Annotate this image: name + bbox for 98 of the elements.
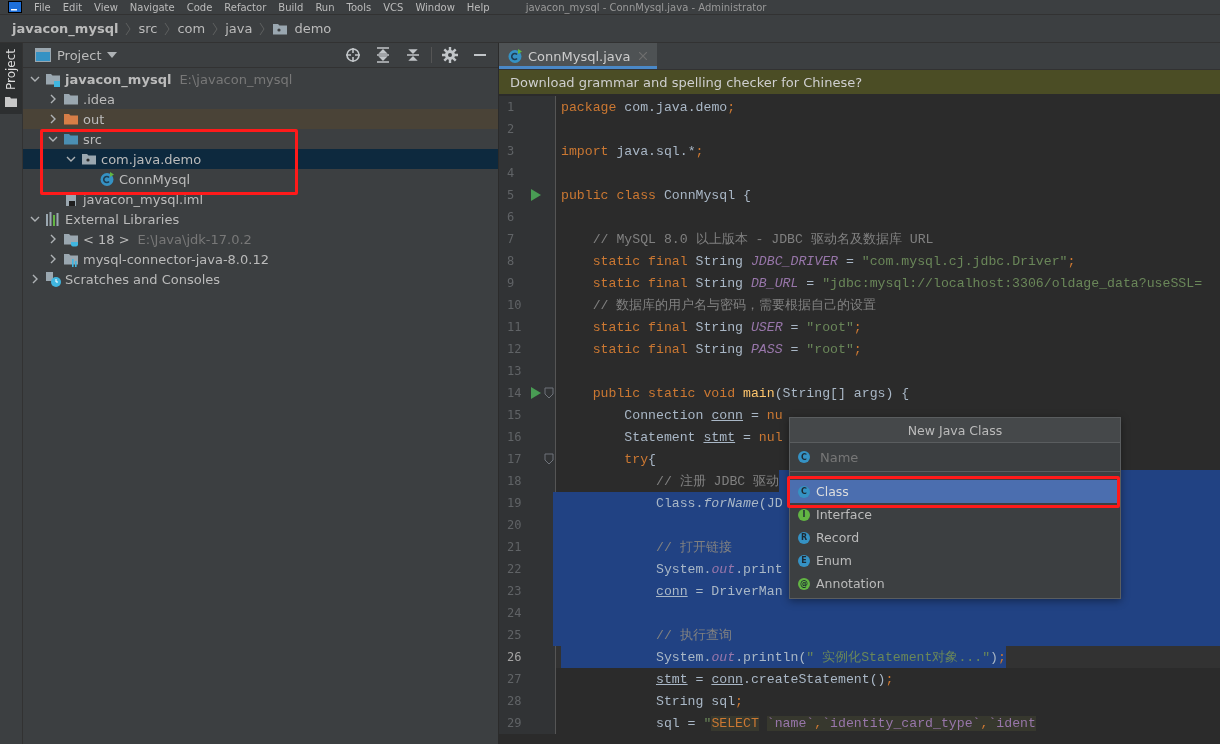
- breadcrumb-item[interactable]: java: [225, 21, 253, 36]
- code-line: static final String PASS = "root";: [591, 340, 862, 359]
- kind-badge-icon: R: [798, 531, 810, 544]
- tree-item[interactable]: javacon_mysql E:\javacon_mysql: [23, 69, 498, 89]
- code-line: conn = DriverMan: [654, 582, 783, 601]
- chevron-icon: [124, 20, 133, 37]
- menu-item[interactable]: VCS: [383, 1, 404, 13]
- library-icon: [45, 211, 61, 227]
- window-title: javacon_mysql - ConnMysql.java - Administrator: [525, 1, 767, 13]
- tree-item[interactable]: javacon_mysql.iml: [23, 189, 498, 209]
- run-icon[interactable]: [531, 189, 541, 201]
- menu-item[interactable]: @ Annotation: [790, 572, 1120, 595]
- folder-icon: [45, 71, 61, 87]
- code-line: sql = "SELECT `name`,`identity_card_type`,`ident: [654, 714, 1036, 733]
- name-field[interactable]: Name: [818, 448, 1120, 466]
- code-line: // 注册 JDBC 驱动: [654, 473, 780, 491]
- class-icon: [99, 171, 115, 187]
- notification-bar: Download grammar and spelling checker for Chinese?: [499, 70, 1220, 94]
- code-line: // 打开链接: [654, 539, 732, 557]
- expand-all-icon[interactable]: [375, 47, 391, 63]
- library-icon: [63, 251, 79, 267]
- menu-item[interactable]: Run: [315, 1, 335, 13]
- folder-icon: [63, 231, 79, 247]
- menu-item[interactable]: Code: [186, 1, 213, 13]
- panel-icon: [35, 48, 51, 62]
- scratches-icon: [45, 271, 61, 287]
- code-line: static final String USER = "root";: [591, 318, 862, 337]
- breadcrumb-item[interactable]: javacon_mysql: [12, 21, 119, 36]
- code-line: static final String JDBC_DRIVER = "com.mysql.cj.jdbc.Driver";: [591, 252, 1076, 271]
- code-line: System.out.print: [654, 560, 783, 579]
- tree-item[interactable]: .idea: [23, 89, 498, 109]
- collapse-all-icon[interactable]: [405, 47, 421, 63]
- code-line: public static void main(String[] args) {: [591, 384, 910, 403]
- folder-icon: [63, 111, 79, 127]
- fold-icon[interactable]: [544, 387, 554, 399]
- close-icon: [639, 52, 648, 60]
- folder-icon: [63, 131, 79, 147]
- code-line: // MySQL 8.0 以上版本 - JDBC 驱动名及数据库 URL: [591, 231, 934, 249]
- code-line: import java.sql.*;: [561, 142, 704, 161]
- tree-item[interactable]: Scratches and Consoles: [23, 269, 498, 289]
- class-badge-icon: C: [798, 451, 810, 463]
- code-line: Connection conn = nu: [623, 406, 783, 425]
- menu-item[interactable]: C Class: [790, 480, 1120, 503]
- menu-item[interactable]: Help: [466, 1, 490, 13]
- class-icon: [507, 48, 523, 64]
- tree-item[interactable]: src: [23, 129, 498, 149]
- menu-item[interactable]: E Enum: [790, 549, 1120, 572]
- folder-icon: [63, 91, 79, 107]
- breadcrumb-item[interactable]: src: [138, 21, 158, 36]
- code-line: stmt = conn.createStatement();: [654, 670, 894, 689]
- code-line: static final String DB_URL = "jdbc:mysql://localhost:3306/oldage_data?useSSL=: [591, 274, 1203, 293]
- menu-item[interactable]: Edit: [62, 1, 83, 13]
- chevron-icon: [211, 20, 220, 37]
- code-line: String sql;: [654, 692, 744, 711]
- menu-item[interactable]: View: [94, 1, 118, 13]
- tree-item[interactable]: out: [23, 109, 498, 129]
- menu-item[interactable]: I Interface: [790, 503, 1120, 526]
- menu-item[interactable]: Navigate: [129, 1, 175, 13]
- menu-item[interactable]: R Record: [790, 526, 1120, 549]
- tree-item[interactable]: External Libraries: [23, 209, 498, 229]
- package-icon: [81, 151, 97, 167]
- menu-item[interactable]: Tools: [346, 1, 372, 13]
- tree-item[interactable]: ConnMysql: [23, 169, 498, 189]
- line-number: 26: [506, 650, 523, 664]
- panel-title[interactable]: Project: [57, 47, 102, 63]
- code-line: // 执行查询: [654, 627, 732, 645]
- tree-item[interactable]: < 18 > E:\Java\jdk-17.0.2: [23, 229, 498, 249]
- menu-item[interactable]: Refactor: [224, 1, 267, 13]
- app-logo-icon: [8, 1, 22, 13]
- locate-icon[interactable]: [345, 47, 361, 63]
- tree-item[interactable]: mysql-connector-java-8.0.12: [23, 249, 498, 269]
- dropdown-caret-icon: [107, 52, 118, 58]
- settings-icon[interactable]: [442, 47, 458, 63]
- kind-badge-icon: I: [798, 508, 810, 521]
- kind-badge-icon: C: [798, 485, 810, 498]
- breadcrumb-item[interactable]: demo: [294, 21, 332, 36]
- code-line: Class.forName(JD: [654, 494, 783, 513]
- tree-item[interactable]: com.java.demo: [23, 149, 498, 169]
- menu-item[interactable]: Build: [278, 1, 304, 13]
- fold-icon[interactable]: [544, 453, 554, 465]
- popup-title: New Java Class: [790, 418, 1120, 443]
- code-line: package com.java.demo;: [561, 98, 736, 117]
- kind-badge-icon: E: [798, 554, 810, 567]
- code-line: // 数据库的用户名与密码，需要根据自己的设置: [591, 297, 877, 315]
- tool-window-tab[interactable]: Project: [0, 43, 22, 115]
- code-line: public class ConnMysql {: [561, 186, 751, 205]
- menu-item[interactable]: Window: [415, 1, 455, 13]
- chevron-icon: [163, 20, 172, 37]
- run-icon[interactable]: [531, 387, 541, 399]
- editor-tab[interactable]: ConnMysql.java: [499, 43, 658, 69]
- chevron-icon: [258, 20, 267, 37]
- tool-window-label: Project: [4, 49, 18, 91]
- folder-icon: [5, 96, 17, 109]
- code-line: Statement stmt = nul: [623, 428, 783, 447]
- kind-badge-icon: @: [798, 577, 810, 590]
- code-line: try{: [623, 450, 656, 469]
- menu-item[interactable]: File: [34, 1, 51, 13]
- breadcrumb-item[interactable]: com: [177, 21, 206, 36]
